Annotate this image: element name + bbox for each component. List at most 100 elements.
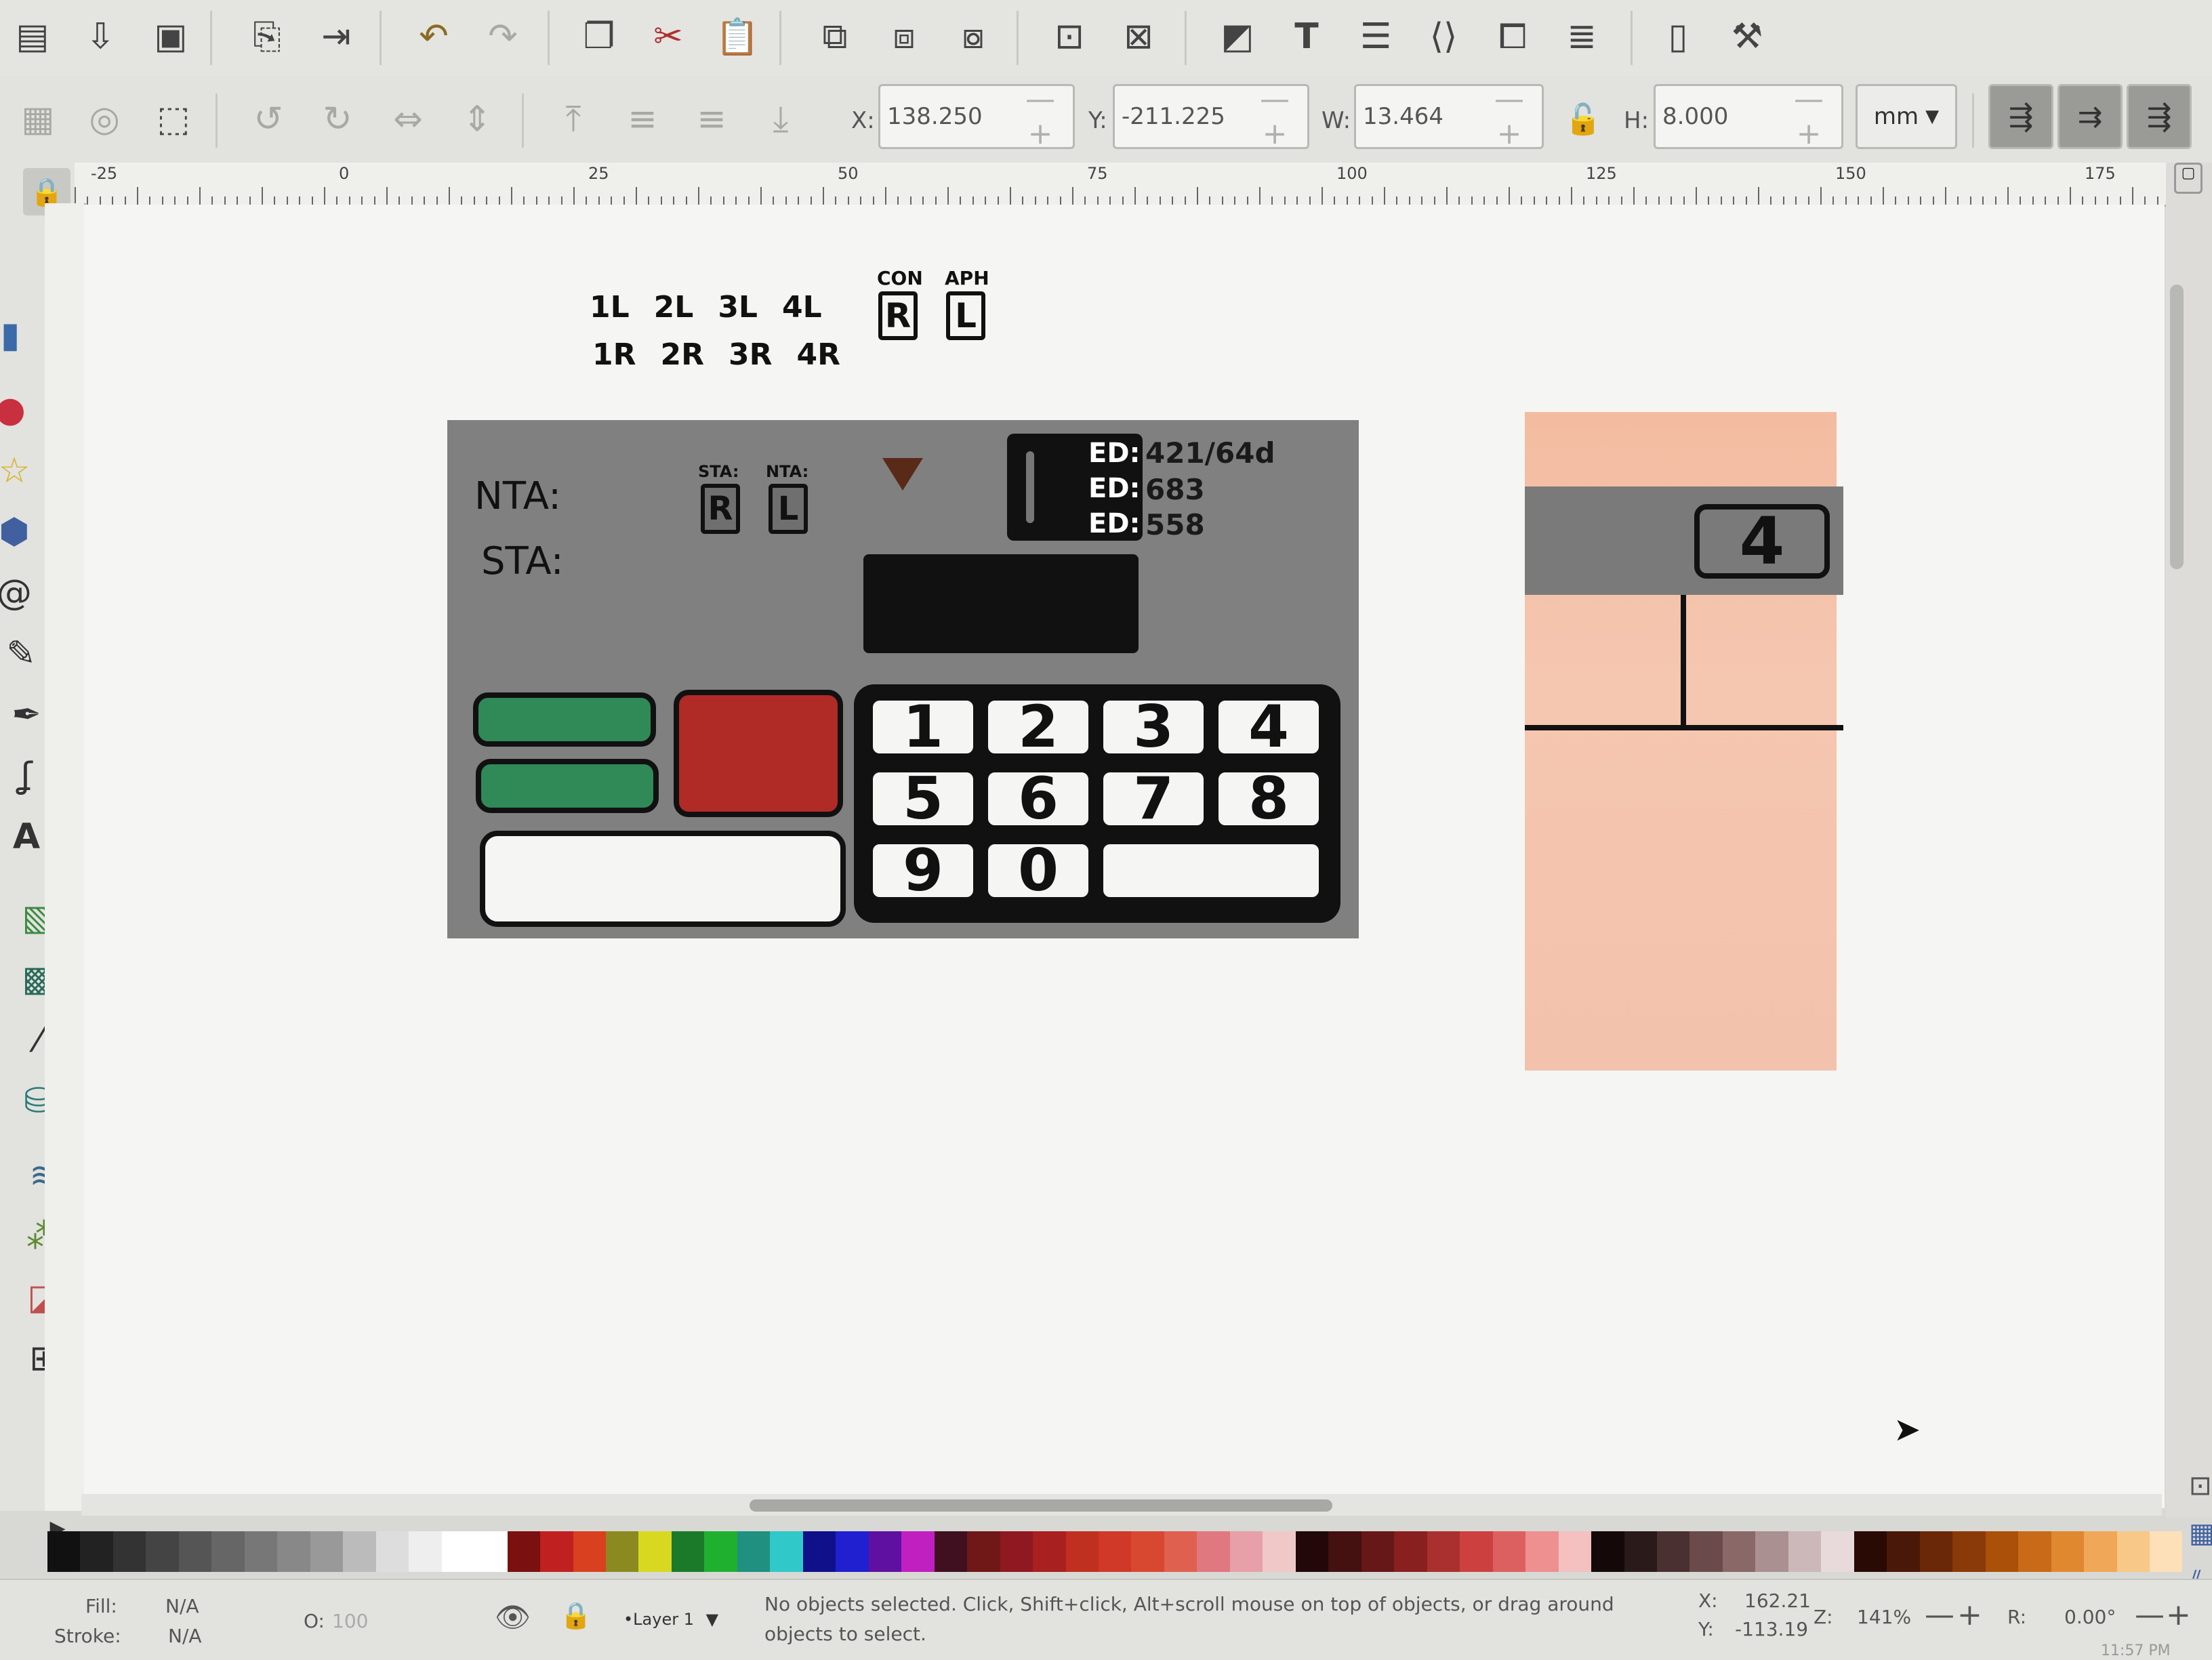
- rotate-minus-icon[interactable]: —: [2135, 1598, 2165, 1632]
- color-swatch[interactable]: [1952, 1531, 1986, 1572]
- color-swatch[interactable]: [441, 1531, 475, 1572]
- color-swatch[interactable]: [1131, 1531, 1164, 1572]
- color-swatch[interactable]: [178, 1531, 212, 1572]
- color-swatch[interactable]: [967, 1531, 1000, 1572]
- snap-icon[interactable]: ⊡: [2189, 1470, 2212, 1501]
- key-8[interactable]: 8: [1214, 768, 1323, 829]
- color-swatch[interactable]: [1492, 1531, 1526, 1572]
- color-swatch[interactable]: [540, 1531, 573, 1572]
- white-button[interactable]: [480, 831, 846, 927]
- scale-corners-toggle[interactable]: ⇉: [2057, 84, 2123, 149]
- green-button[interactable]: [476, 759, 659, 813]
- color-swatch[interactable]: [1328, 1531, 1361, 1572]
- color-swatch[interactable]: [1000, 1531, 1033, 1572]
- color-swatch[interactable]: [1722, 1531, 1756, 1572]
- flip-vertical-icon[interactable]: ⇕: [453, 95, 501, 144]
- fill-value[interactable]: N/A: [165, 1595, 199, 1617]
- control-panel[interactable]: NTA: STA: STA: R NTA: L ED: ED: ED: 421/…: [447, 420, 1359, 938]
- clone-icon[interactable]: ⧈: [880, 12, 928, 61]
- fill-stroke-icon[interactable]: ◩: [1213, 12, 1262, 61]
- color-swatch[interactable]: [1394, 1531, 1427, 1572]
- color-swatch[interactable]: [1656, 1531, 1690, 1572]
- zoom-drawing-icon[interactable]: ⊠: [1114, 12, 1163, 61]
- rectangle-tool-icon[interactable]: ▮: [0, 312, 34, 359]
- color-swatch[interactable]: [1197, 1531, 1230, 1572]
- import-doc-icon[interactable]: ⎘: [243, 12, 291, 61]
- pencil-tool-icon[interactable]: ✎: [0, 630, 45, 678]
- color-swatch[interactable]: [901, 1531, 935, 1572]
- key-0[interactable]: 0: [984, 840, 1092, 901]
- color-swatch[interactable]: [146, 1531, 179, 1572]
- spiral-tool-icon[interactable]: @: [0, 569, 38, 617]
- eye-icon[interactable]: 👁: [495, 1600, 531, 1634]
- color-swatch[interactable]: [474, 1531, 508, 1572]
- x-value[interactable]: 138.250: [880, 103, 1012, 130]
- key-5[interactable]: 5: [869, 768, 977, 829]
- color-swatch[interactable]: [409, 1531, 442, 1572]
- w-value[interactable]: 13.464: [1356, 103, 1481, 130]
- scrollbar-thumb[interactable]: [750, 1499, 1332, 1512]
- color-swatch[interactable]: [80, 1531, 113, 1572]
- redo-icon[interactable]: ↷: [478, 12, 527, 61]
- unclone-icon[interactable]: ⧇: [949, 12, 998, 61]
- preferences-icon[interactable]: ⚒: [1723, 12, 1771, 61]
- color-swatch[interactable]: [1853, 1531, 1887, 1572]
- rotation-value[interactable]: 0.00°: [2064, 1606, 2116, 1628]
- w-field[interactable]: 13.464 —+: [1354, 82, 1544, 151]
- h-value[interactable]: 8.000: [1656, 103, 1780, 130]
- color-swatch[interactable]: [2116, 1531, 2150, 1572]
- unit-select[interactable]: mm ▼: [1856, 84, 1957, 149]
- object-properties-icon[interactable]: ⧠: [1488, 12, 1537, 61]
- color-swatch[interactable]: [1624, 1531, 1657, 1572]
- color-swatch[interactable]: [244, 1531, 278, 1572]
- color-swatch[interactable]: [2150, 1531, 2183, 1572]
- rotate-cw-icon[interactable]: ↻: [313, 95, 362, 144]
- color-swatch[interactable]: [1919, 1531, 1953, 1572]
- color-swatch[interactable]: [1427, 1531, 1460, 1572]
- group-icon[interactable]: ⧉: [811, 12, 859, 61]
- zoom-in-icon[interactable]: +: [1957, 1598, 1982, 1632]
- color-swatch[interactable]: [737, 1531, 771, 1572]
- color-swatch[interactable]: [112, 1531, 146, 1572]
- key-1[interactable]: 1: [869, 697, 977, 758]
- layers-icon[interactable]: ☰: [1351, 12, 1400, 61]
- key-3[interactable]: 3: [1099, 697, 1208, 758]
- zoom-value[interactable]: 141%: [1857, 1606, 1911, 1628]
- color-swatch[interactable]: [1525, 1531, 1559, 1572]
- color-swatch[interactable]: [1985, 1531, 2019, 1572]
- color-swatch[interactable]: [2051, 1531, 2085, 1572]
- color-swatch[interactable]: [1229, 1531, 1263, 1572]
- color-swatch[interactable]: [47, 1531, 81, 1572]
- color-swatch[interactable]: [770, 1531, 803, 1572]
- color-swatch[interactable]: [638, 1531, 672, 1572]
- red-button[interactable]: [674, 690, 843, 817]
- color-palette[interactable]: [47, 1531, 2183, 1572]
- color-swatch[interactable]: [1263, 1531, 1296, 1572]
- lower-to-bottom-icon[interactable]: ⤓: [756, 95, 805, 144]
- horizontal-scrollbar[interactable]: [81, 1494, 2162, 1516]
- color-swatch[interactable]: [802, 1531, 836, 1572]
- color-swatch[interactable]: [2084, 1531, 2117, 1572]
- key-9[interactable]: 9: [869, 840, 977, 901]
- pen-tool-icon[interactable]: ✒: [3, 691, 50, 739]
- select-all-layers-icon[interactable]: ◎: [80, 95, 129, 144]
- color-swatch[interactable]: [1788, 1531, 1822, 1572]
- color-swatch[interactable]: [1689, 1531, 1723, 1572]
- import-icon[interactable]: ⇩: [76, 12, 125, 61]
- w-spin-buttons[interactable]: —+: [1481, 82, 1542, 151]
- color-swatch[interactable]: [1887, 1531, 1920, 1572]
- color-swatch[interactable]: [277, 1531, 310, 1572]
- xml-editor-icon[interactable]: ⟨⟩: [1419, 12, 1468, 61]
- move-gradients-toggle[interactable]: ⇶: [2127, 84, 2192, 149]
- color-swatch[interactable]: [868, 1531, 902, 1572]
- text-tool-icon[interactable]: T: [1282, 12, 1331, 61]
- cut-icon[interactable]: ✂: [644, 12, 693, 61]
- rotate-ccw-icon[interactable]: ↺: [244, 95, 293, 144]
- color-swatch[interactable]: [573, 1531, 606, 1572]
- color-swatch[interactable]: [507, 1531, 541, 1572]
- save-icon[interactable]: ▣: [146, 12, 195, 61]
- paste-icon[interactable]: 📋: [713, 12, 762, 61]
- export-icon[interactable]: ⇥: [312, 12, 361, 61]
- grid-icon[interactable]: ▦: [2189, 1518, 2212, 1549]
- h-spin-buttons[interactable]: —+: [1780, 82, 1841, 151]
